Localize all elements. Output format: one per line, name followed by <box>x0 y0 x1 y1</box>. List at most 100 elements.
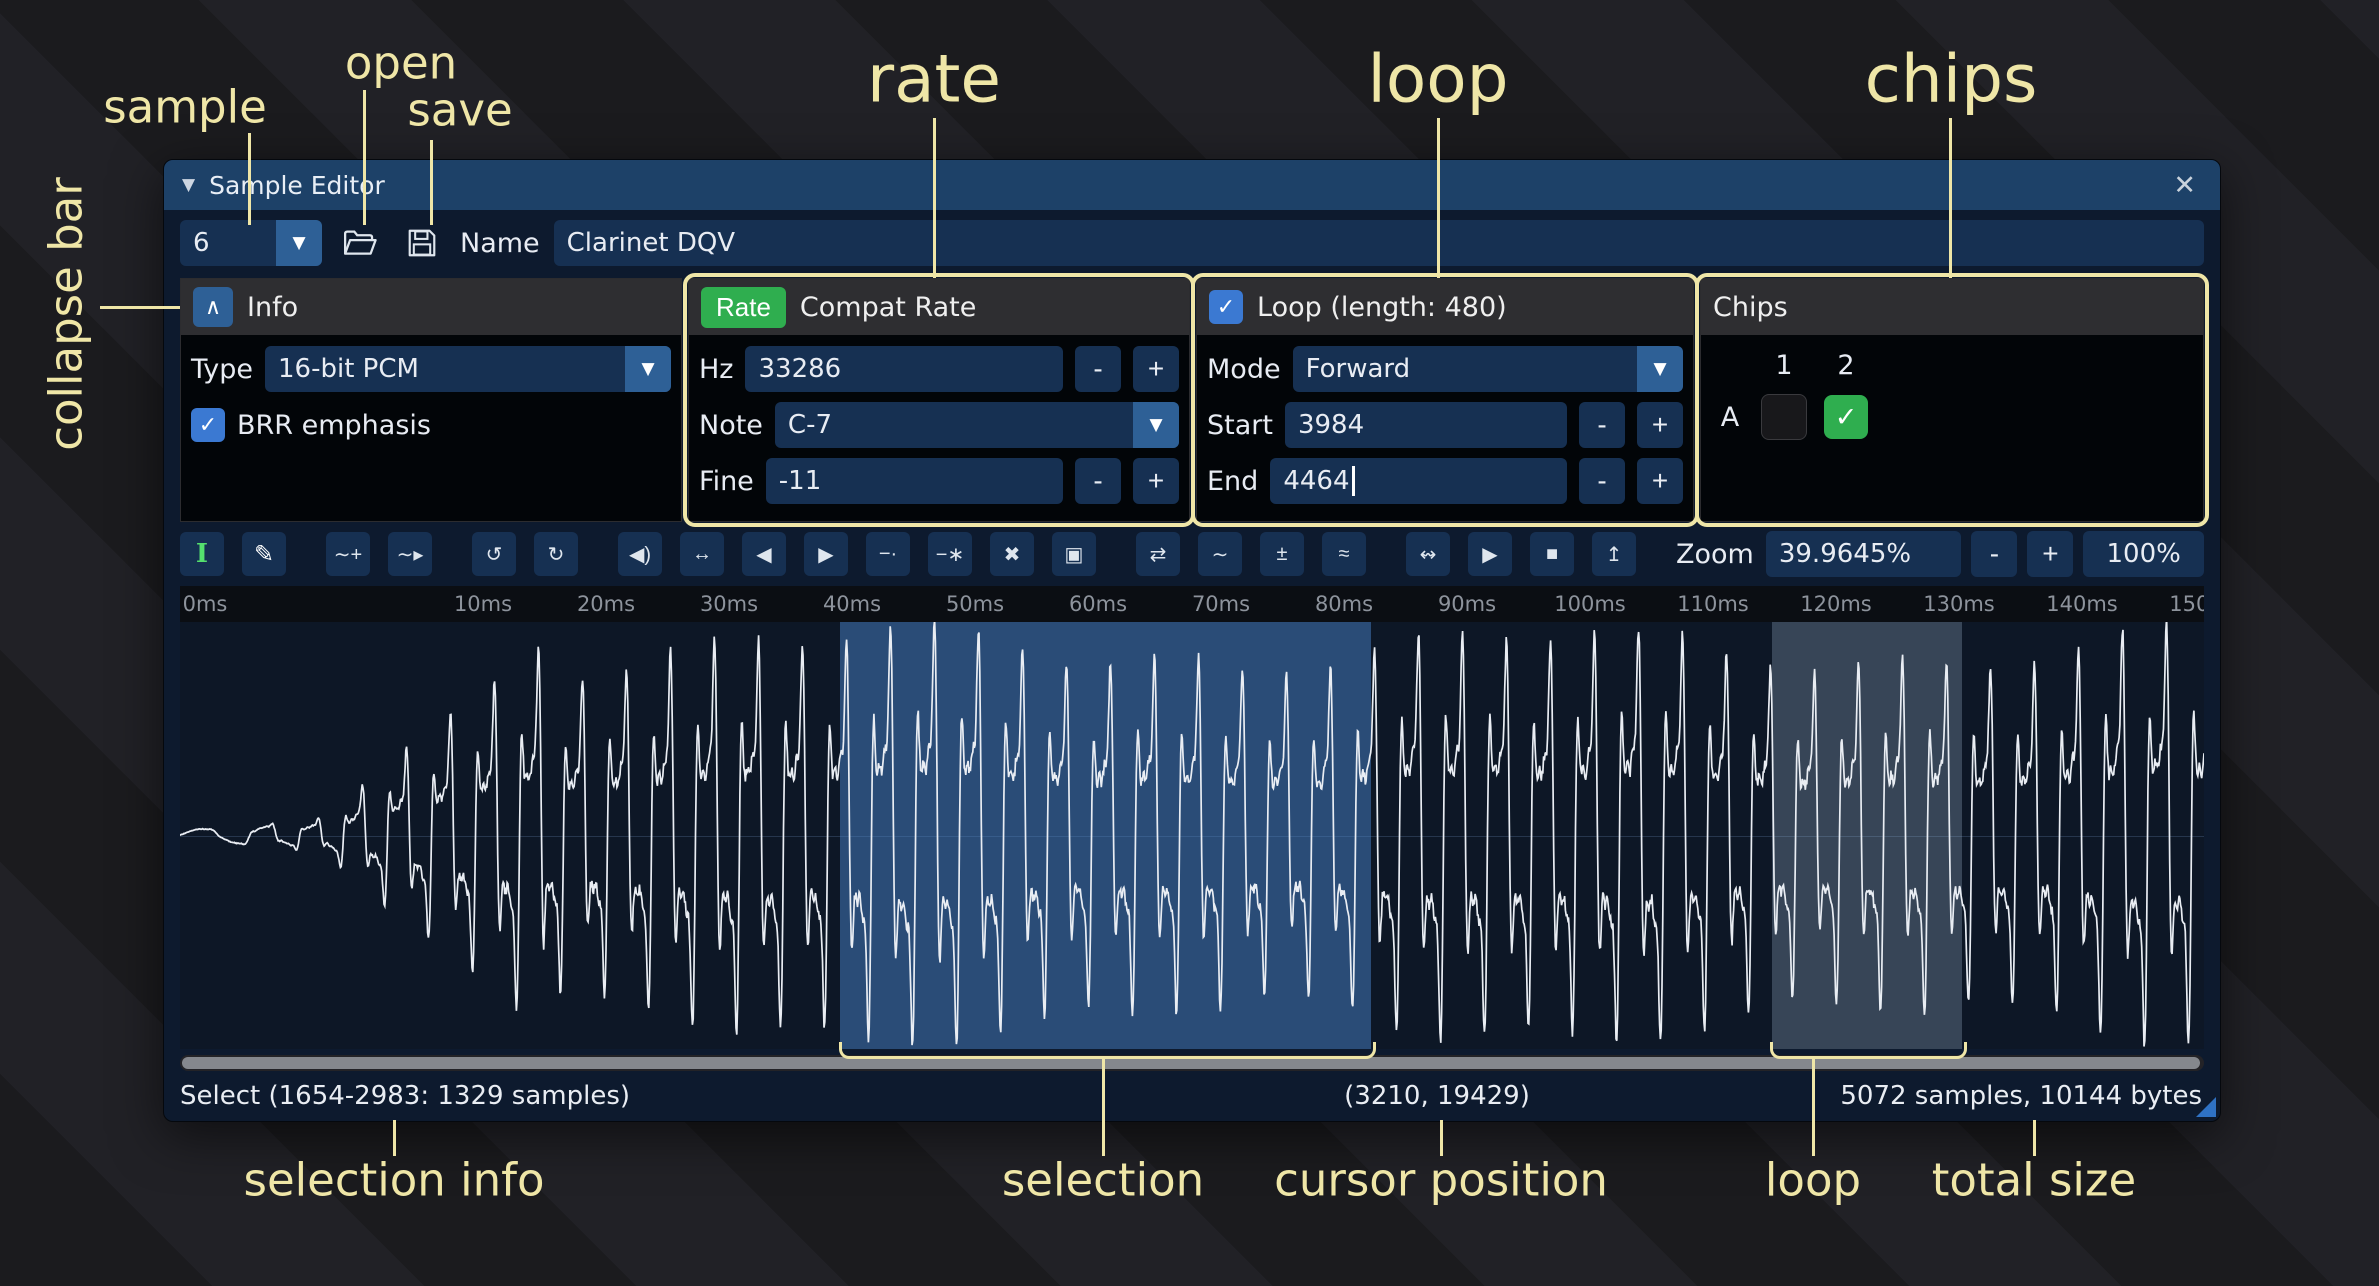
toolbar-group: I✎ <box>180 532 286 576</box>
zoom-field[interactable]: 39.9645% <box>1766 531 1962 577</box>
normalize-button[interactable]: ↔ <box>680 532 724 576</box>
zoom-label: Zoom <box>1676 539 1754 570</box>
loop-enable-checkbox[interactable]: ✓ <box>1209 290 1243 324</box>
invert-button[interactable]: ∼ <box>1198 532 1242 576</box>
annotation-selection-info-line <box>393 1120 396 1156</box>
redo-button[interactable]: ↻ <box>534 532 578 576</box>
zoom-field-value: 39.9645% <box>1779 539 1911 569</box>
loop-end-increment-button[interactable]: + <box>1637 458 1683 504</box>
rate-button[interactable]: Rate <box>701 287 786 328</box>
annotation-total-size-label: total size <box>1932 1154 2136 1207</box>
name-field[interactable]: Clarinet DQV <box>554 220 2204 266</box>
close-button[interactable]: ✕ <box>2167 169 2202 202</box>
toolbar-group: ↭ ▶ ■ ↥ <box>1406 532 1636 576</box>
stop-preview-button[interactable]: ■ <box>1530 532 1574 576</box>
amplify-button[interactable]: ◀) <box>618 532 662 576</box>
annotation-total-size-line <box>2033 1120 2036 1156</box>
horizontal-scrollbar[interactable] <box>180 1055 2204 1071</box>
annotation-collapse-bar-label: collapse bar <box>40 177 93 451</box>
loop-start-increment-button[interactable]: + <box>1637 402 1683 448</box>
waveform-display[interactable] <box>180 622 2204 1049</box>
ruler-label: 70ms <box>1192 592 1250 616</box>
note-dropdown-value: C-7 <box>775 402 1133 448</box>
apply-silence-button[interactable]: −∗ <box>928 532 972 576</box>
save-button[interactable] <box>398 220 446 266</box>
chip-a2-checkbox[interactable]: ✓ <box>1824 395 1868 439</box>
delete-button[interactable]: ✖ <box>990 532 1034 576</box>
status-bar: Select (1654-2983: 1329 samples) (3210, … <box>164 1071 2220 1121</box>
zoom-out-button[interactable]: - <box>1971 531 2017 577</box>
loop-mode-value: Forward <box>1293 346 1637 392</box>
type-dropdown-value: 16-bit PCM <box>265 346 625 392</box>
ruler-label: 20ms <box>577 592 635 616</box>
loop-end-value: 4464 <box>1283 466 1349 496</box>
annotation-selection-label: selection <box>1002 1154 1204 1207</box>
chip-a1-checkbox[interactable] <box>1761 394 1807 440</box>
collapse-info-button[interactable]: ∧ <box>193 287 233 327</box>
annotation-loop-bottom-label: loop <box>1765 1154 1861 1207</box>
annotation-loop-label: loop <box>1368 41 1509 118</box>
loop-mode-label: Mode <box>1207 354 1281 385</box>
trim-button[interactable]: ▣ <box>1052 532 1096 576</box>
dc-offset-button[interactable]: ± <box>1260 532 1304 576</box>
resize-button[interactable]: ∼+ <box>326 532 370 576</box>
hz-decrement-button[interactable]: - <box>1075 346 1121 392</box>
chips-row-a-label: A <box>1721 402 1739 433</box>
fine-field[interactable]: -11 <box>766 458 1063 504</box>
chips-panel-header: Chips <box>1701 279 2203 335</box>
fine-label: Fine <box>699 466 754 497</box>
select-tool-button[interactable]: I <box>180 532 224 576</box>
zoom-100-label: 100% <box>2107 539 2181 569</box>
hz-increment-button[interactable]: + <box>1133 346 1179 392</box>
ruler-label: 150ms <box>2169 592 2204 616</box>
toolbar-group: ⇄ ∼ ± ≈ <box>1136 532 1366 576</box>
note-dropdown[interactable]: C-7 ▼ <box>775 402 1179 448</box>
open-button[interactable] <box>336 220 384 266</box>
undo-button[interactable]: ↺ <box>472 532 516 576</box>
type-dropdown[interactable]: 16-bit PCM ▼ <box>265 346 671 392</box>
name-field-value: Clarinet DQV <box>567 228 735 258</box>
loop-mode-dropdown[interactable]: Forward ▼ <box>1293 346 1683 392</box>
chevron-down-icon: ▼ <box>1133 402 1179 448</box>
loop-start-decrement-button[interactable]: - <box>1579 402 1625 448</box>
window-resize-grip[interactable] <box>2196 1097 2216 1117</box>
loop-start-field[interactable]: 3984 <box>1285 402 1567 448</box>
brr-emphasis-checkbox[interactable]: ✓ <box>191 408 225 442</box>
loop-end-decrement-button[interactable]: - <box>1579 458 1625 504</box>
draw-tool-button[interactable]: ✎ <box>242 532 286 576</box>
chevron-down-icon: ▼ <box>1637 346 1683 392</box>
fade-in-button[interactable]: ◀ <box>742 532 786 576</box>
rate-panel-header: Rate Compat Rate <box>689 279 1189 335</box>
loop-panel-header: ✓ Loop (length: 480) <box>1197 279 1693 335</box>
ruler-label: 80ms <box>1315 592 1373 616</box>
insert-silence-button[interactable]: −· <box>866 532 910 576</box>
cursor-position-text: (3210, 19429) <box>1344 1081 1530 1111</box>
export-sample-button[interactable]: ↥ <box>1592 532 1636 576</box>
sample-selector[interactable]: 6 ▼ <box>180 220 322 266</box>
annotation-cursor-position-line <box>1440 1120 1443 1156</box>
zoom-100-button[interactable]: 100% <box>2083 531 2204 577</box>
toolbar: I✎∼+∼▸↺↻◀)↔◀▶−·−∗✖▣⇄∼±≈↭▶■↥ Zoom 39.9645… <box>164 522 2220 586</box>
filter-button[interactable]: ≈ <box>1322 532 1366 576</box>
waveform-svg[interactable] <box>180 622 2204 1049</box>
ruler-label: 110ms <box>1677 592 1748 616</box>
hz-field[interactable]: 33286 <box>745 346 1063 392</box>
loop-end-field[interactable]: 4464 <box>1270 458 1567 504</box>
fine-increment-button[interactable]: + <box>1133 458 1179 504</box>
hz-label: Hz <box>699 354 733 385</box>
preview-button[interactable]: ▶ <box>1468 532 1512 576</box>
fade-out-button[interactable]: ▶ <box>804 532 848 576</box>
fine-decrement-button[interactable]: - <box>1075 458 1121 504</box>
ruler-label: 100ms <box>1554 592 1625 616</box>
toolbar-group: ↺↻ <box>472 532 578 576</box>
resample-button[interactable]: ∼▸ <box>388 532 432 576</box>
titlebar[interactable]: ▼ Sample Editor ✕ <box>164 160 2220 210</box>
ruler-label: 140ms <box>2046 592 2117 616</box>
swap-channels-button[interactable]: ↭ <box>1406 532 1450 576</box>
zoom-in-button[interactable]: + <box>2027 531 2073 577</box>
selection-info-text: Select (1654-2983: 1329 samples) <box>180 1081 630 1111</box>
reverse-button[interactable]: ⇄ <box>1136 532 1180 576</box>
window-collapse-icon[interactable]: ▼ <box>182 175 195 195</box>
info-panel: ∧ Info Type 16-bit PCM ▼ ✓ BRR emphasis <box>180 278 682 522</box>
scrollbar-thumb[interactable] <box>182 1057 2200 1069</box>
